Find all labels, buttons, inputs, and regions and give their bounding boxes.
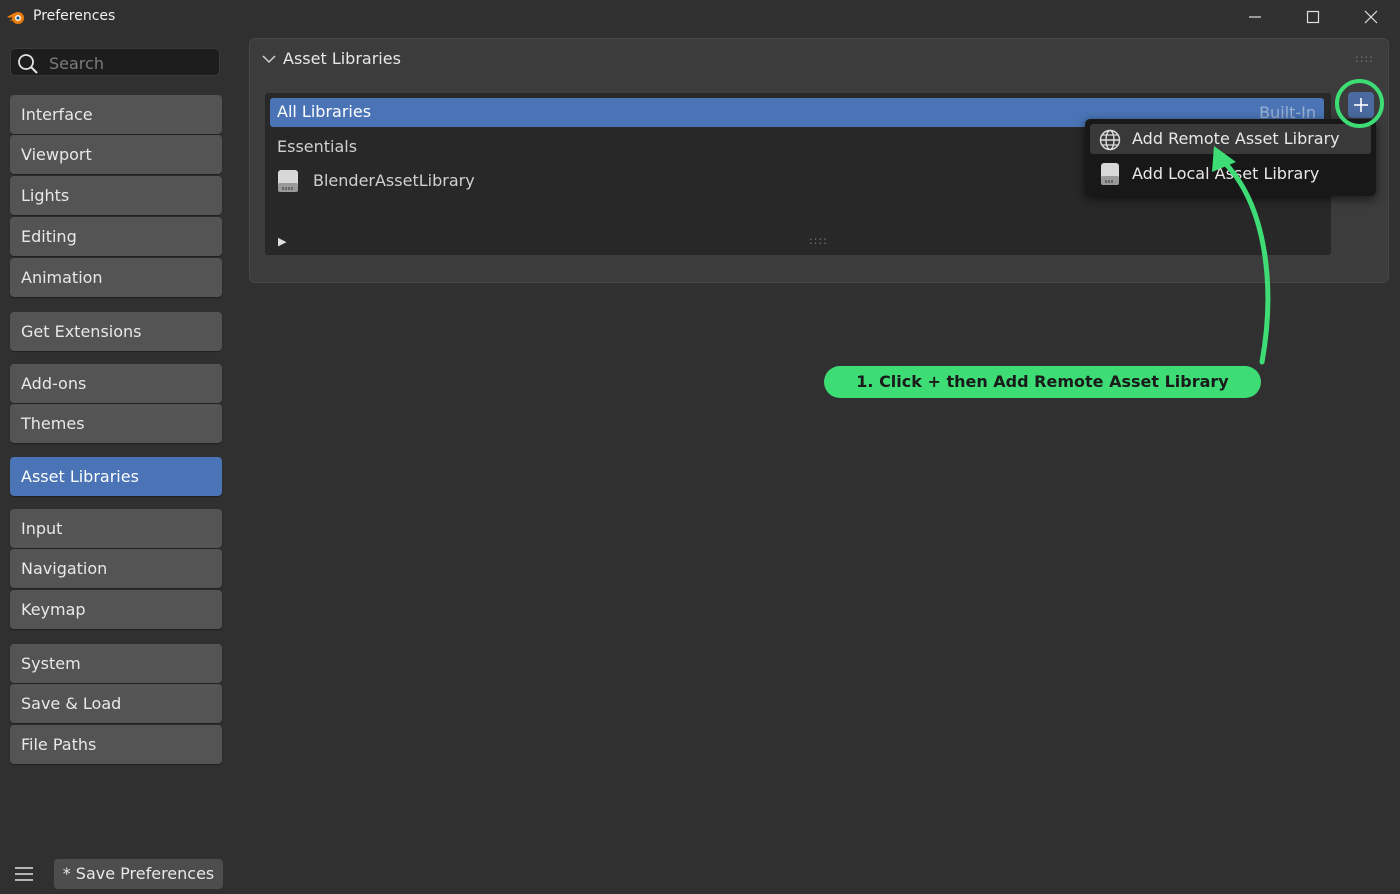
annotation-arrow [1212,146,1271,365]
annotation-callout: 1. Click + then Add Remote Asset Library [824,366,1261,398]
